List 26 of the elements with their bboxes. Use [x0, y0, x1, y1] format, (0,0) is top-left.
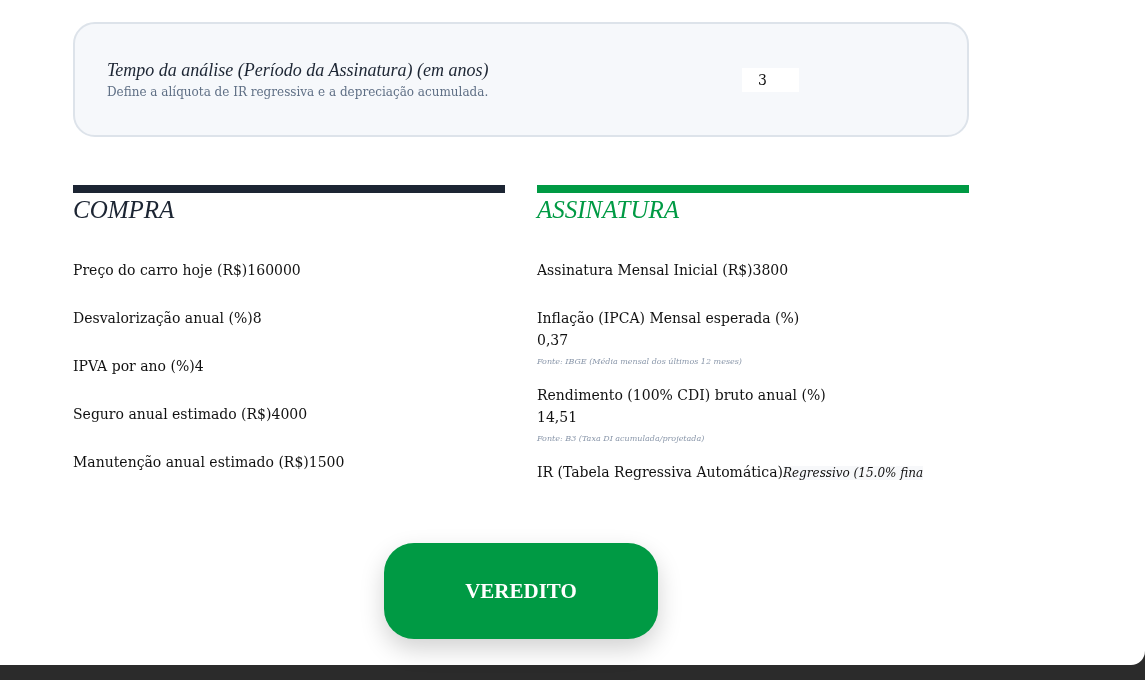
section-title: COMPRA [73, 195, 176, 225]
value-input[interactable]: 3800 [752, 262, 798, 278]
section-title: ASSINATURA [537, 195, 681, 225]
value-input[interactable]: 4 [194, 358, 213, 374]
source-note: Fonte: IBGE (Média mensal dos últimos 12 meses) [537, 357, 742, 366]
verdict-button[interactable]: VEREDITO [384, 543, 658, 639]
period-title: Tempo da análise (Período da Assinatura) (em anos) [107, 60, 490, 81]
field-label: Manutenção anual estimado (R$) [73, 453, 309, 472]
field-label: Assinatura Mensal Inicial (R$) [537, 261, 753, 280]
value-input[interactable]: 4000 [271, 406, 317, 422]
readonly-value: Regressivo (15.0% fina [783, 466, 924, 480]
value-input[interactable]: 160000 [247, 262, 310, 278]
field-label: Seguro anual estimado (R$) [73, 405, 272, 424]
value-input[interactable]: 8 [252, 310, 271, 326]
value-input[interactable]: 1500 [308, 454, 354, 470]
period-description: Define a alíquota de IR regressiva e a depreciação acumulada. [107, 85, 490, 99]
field-label: IR (Tabela Regressiva Automática) [537, 463, 783, 482]
field-label: IPVA por ano (%) [73, 357, 195, 376]
field-label: Desvalorização anual (%) [73, 309, 253, 328]
field-label: Rendimento (100% CDI) bruto anual (%) [537, 386, 826, 405]
years-input[interactable]: 3 [742, 67, 799, 92]
value-input[interactable]: 0,37 [537, 332, 582, 348]
value-input[interactable]: 14,51 [537, 409, 591, 425]
field-label: Preço do carro hoje (R$) [73, 261, 248, 280]
field-label: Inflação (IPCA) Mensal esperada (%) [537, 309, 800, 328]
source-note: Fonte: B3 (Taxa DI acumulada/projetada) [537, 434, 705, 443]
